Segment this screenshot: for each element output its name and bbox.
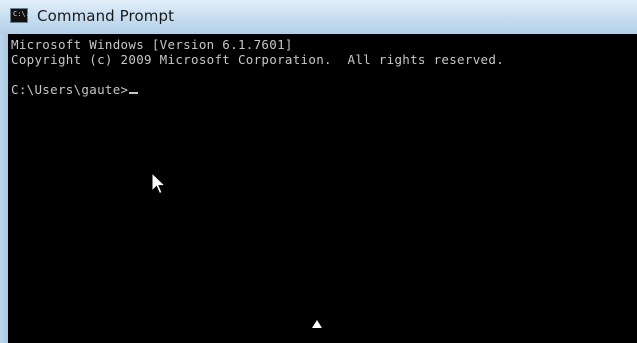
- copyright-line: Copyright (c) 2009 Microsoft Corporation…: [11, 52, 505, 67]
- console-area[interactable]: Microsoft Windows [Version 6.1.7601] Cop…: [8, 34, 637, 343]
- window-title: Command Prompt: [37, 7, 175, 25]
- cmd-icon[interactable]: C:\.: [10, 8, 30, 23]
- version-line: Microsoft Windows [Version 6.1.7601]: [11, 37, 293, 52]
- window-frame-left: [0, 34, 8, 343]
- small-caret-icon: [312, 320, 322, 328]
- command-prompt-window: C:\. Command Prompt Microsoft Windows [V…: [0, 0, 637, 343]
- prompt-line[interactable]: C:\Users\gaute>: [11, 82, 139, 97]
- title-bar[interactable]: C:\. Command Prompt: [0, 0, 637, 34]
- text-cursor: [129, 92, 139, 94]
- mouse-pointer-icon: [151, 172, 167, 195]
- prompt-text: C:\Users\gaute>: [11, 82, 129, 97]
